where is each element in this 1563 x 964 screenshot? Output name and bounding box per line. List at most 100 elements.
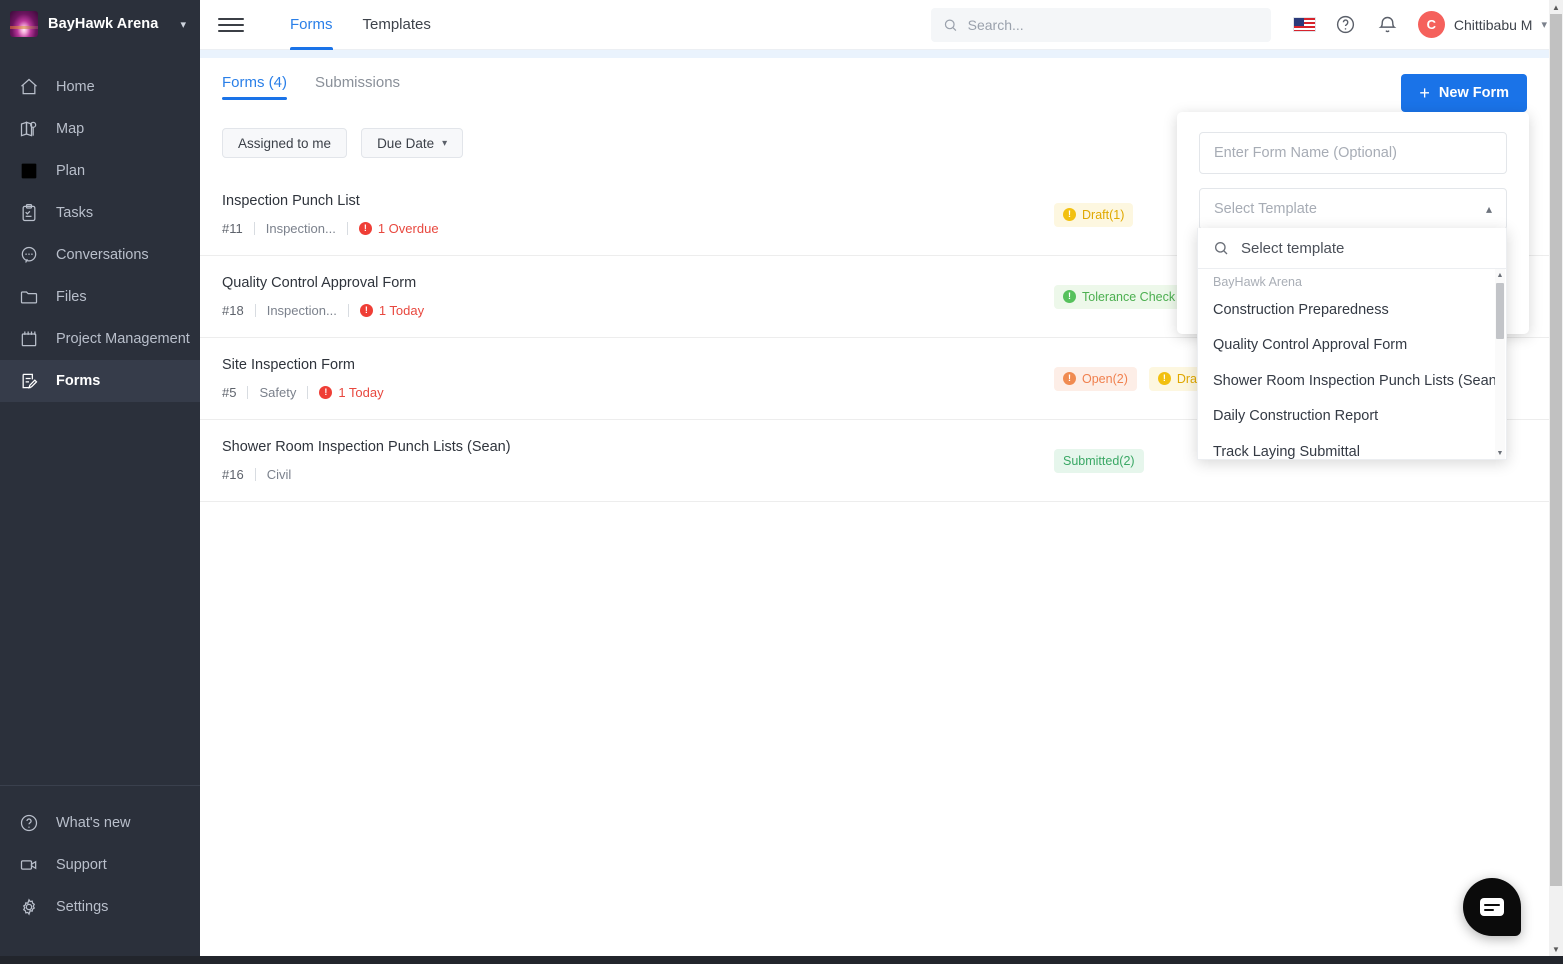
avatar: C <box>1417 11 1445 38</box>
sidebar-item-files[interactable]: Files <box>0 276 200 318</box>
list-item[interactable]: Daily Construction Report <box>1198 399 1506 434</box>
row-info: Inspection Punch List #11 Inspection... … <box>222 193 762 236</box>
hamburger-icon[interactable] <box>218 15 244 35</box>
sidebar-item-support[interactable]: Support <box>0 844 200 886</box>
tab-templates[interactable]: Templates <box>363 0 431 50</box>
status-badges: ! Draft(1) <box>1054 202 1134 227</box>
template-dropdown-panel: Select template BayHawk Arena Constructi… <box>1197 228 1507 460</box>
sidebar-item-conversations[interactable]: Conversations <box>0 234 200 276</box>
filter-label: Due Date <box>377 135 435 151</box>
bell-icon[interactable] <box>1376 13 1400 37</box>
us-flag-icon[interactable] <box>1292 17 1316 32</box>
badge-label: Draft(1) <box>1082 207 1125 222</box>
due-status: ! 1 Today <box>319 385 384 400</box>
new-form-button[interactable]: + New Form <box>1401 74 1527 112</box>
sidebar-item-tasks[interactable]: Tasks <box>0 192 200 234</box>
select-template-dropdown[interactable]: Select Template ▴ <box>1199 188 1507 230</box>
sidebar-item-plan[interactable]: Plan <box>0 150 200 192</box>
sidebar-item-forms[interactable]: Forms <box>0 360 200 402</box>
caret-down-icon[interactable]: ▼ <box>1495 447 1505 459</box>
template-search-input[interactable]: Select template <box>1241 240 1344 257</box>
sidebar-item-label: Conversations <box>56 247 149 263</box>
form-number: #16 <box>222 467 244 482</box>
template-list-scrollbar[interactable]: ▲ ▼ <box>1495 269 1505 459</box>
user-name: Chittibabu M <box>1453 16 1533 33</box>
list-item[interactable]: Track Laying Submittal <box>1198 435 1506 459</box>
form-name-input[interactable] <box>1199 132 1507 174</box>
divider <box>347 304 349 317</box>
chevron-up-icon[interactable]: ▴ <box>1486 202 1492 216</box>
sidebar-item-settings[interactable]: Settings <box>0 886 200 928</box>
alert-icon: ! <box>1157 372 1171 385</box>
status-badge[interactable]: ! Draft(1) <box>1054 202 1134 227</box>
sidebar: BayHawk Arena ▾ Home Map Plan Tasks Conv… <box>0 0 200 956</box>
sidebar-bottom-nav: What's new Support Settings <box>0 785 200 956</box>
form-number: #11 <box>222 221 243 236</box>
brand-name: BayHawk Arena <box>48 16 159 32</box>
alert-icon: ! <box>1063 208 1076 221</box>
template-search-row[interactable]: Select template <box>1198 228 1506 269</box>
form-title: Site Inspection Form <box>222 357 355 373</box>
list-item[interactable]: Quality Control Approval Form <box>1198 328 1506 363</box>
list-item[interactable]: Shower Room Inspection Punch Lists (Sean… <box>1198 364 1506 399</box>
form-category: Civil <box>266 467 292 482</box>
form-category: Inspection... <box>266 303 337 318</box>
tab-forms-count[interactable]: Forms (4) <box>222 74 287 100</box>
video-camera-icon <box>18 854 40 876</box>
divider <box>254 304 256 317</box>
caret-up-icon[interactable]: ▲ <box>1495 269 1505 281</box>
sidebar-item-project-management[interactable]: Project Management <box>0 318 200 360</box>
plus-icon: + <box>1419 83 1430 103</box>
sidebar-item-home[interactable]: Home <box>0 66 200 108</box>
divider <box>254 468 256 481</box>
chevron-down-icon[interactable]: ▾ <box>180 18 190 31</box>
tab-submissions[interactable]: Submissions <box>315 74 400 100</box>
form-number: #5 <box>222 385 237 400</box>
form-category: Safety <box>259 385 297 400</box>
map-icon <box>18 118 40 140</box>
chat-bubble-icon[interactable] <box>1463 878 1521 936</box>
sidebar-item-label: Project Management <box>56 331 190 347</box>
row-info: Quality Control Approval Form #18 Inspec… <box>222 275 762 318</box>
form-meta: #18 Inspection... ! 1 Today <box>222 303 762 318</box>
chevron-down-icon: ▾ <box>442 137 448 149</box>
alert-icon: ! <box>358 222 372 235</box>
tab-forms[interactable]: Forms <box>290 0 333 50</box>
scrollbar-thumb[interactable] <box>1550 14 1562 886</box>
gear-icon <box>18 896 40 918</box>
form-number: #18 <box>222 303 244 318</box>
status-badge[interactable]: Submitted(2) <box>1054 448 1144 473</box>
search-container <box>930 7 1271 42</box>
form-title: Shower Room Inspection Punch Lists (Sean… <box>222 439 511 455</box>
sidebar-item-map[interactable]: Map <box>0 108 200 150</box>
chat-glyph <box>1480 898 1504 916</box>
form-category: Inspection... <box>265 221 336 236</box>
brand-selector[interactable]: BayHawk Arena ▾ <box>0 0 200 48</box>
badge-label: Open(2) <box>1082 371 1128 386</box>
filter-assigned-to-me[interactable]: Assigned to me <box>222 128 348 158</box>
list-item[interactable]: Construction Preparedness <box>1198 293 1506 328</box>
chat-icon <box>18 244 40 266</box>
caret-up-icon[interactable]: ▲ <box>1549 0 1563 14</box>
sidebar-item-label: Plan <box>56 163 86 179</box>
form-meta: #5 Safety ! 1 Today <box>222 385 762 400</box>
caret-down-icon[interactable]: ▼ <box>1549 942 1563 956</box>
template-list[interactable]: BayHawk Arena Construction Preparedness … <box>1198 269 1506 459</box>
filter-due-date[interactable]: Due Date ▾ <box>361 128 464 158</box>
divider <box>253 222 255 235</box>
scrollbar-thumb[interactable] <box>1496 283 1504 339</box>
sidebar-item-whats-new[interactable]: What's new <box>0 802 200 844</box>
search-input[interactable] <box>967 16 1259 33</box>
due-label: 1 Overdue <box>377 221 439 236</box>
help-circle-icon[interactable] <box>1334 13 1358 37</box>
alert-icon: ! <box>1063 372 1076 385</box>
topbar: Forms Templates C Chittibabu M ▾ <box>200 0 1563 50</box>
folder-icon <box>18 286 40 308</box>
question-circle-icon <box>18 812 40 834</box>
page-scrollbar[interactable]: ▲ ▼ <box>1549 0 1563 956</box>
user-menu[interactable]: C Chittibabu M ▾ <box>1417 11 1547 38</box>
search-box[interactable] <box>930 7 1271 42</box>
divider <box>247 386 249 399</box>
status-badge[interactable]: ! Open(2) <box>1054 366 1137 391</box>
chevron-down-icon[interactable]: ▾ <box>1541 18 1547 31</box>
